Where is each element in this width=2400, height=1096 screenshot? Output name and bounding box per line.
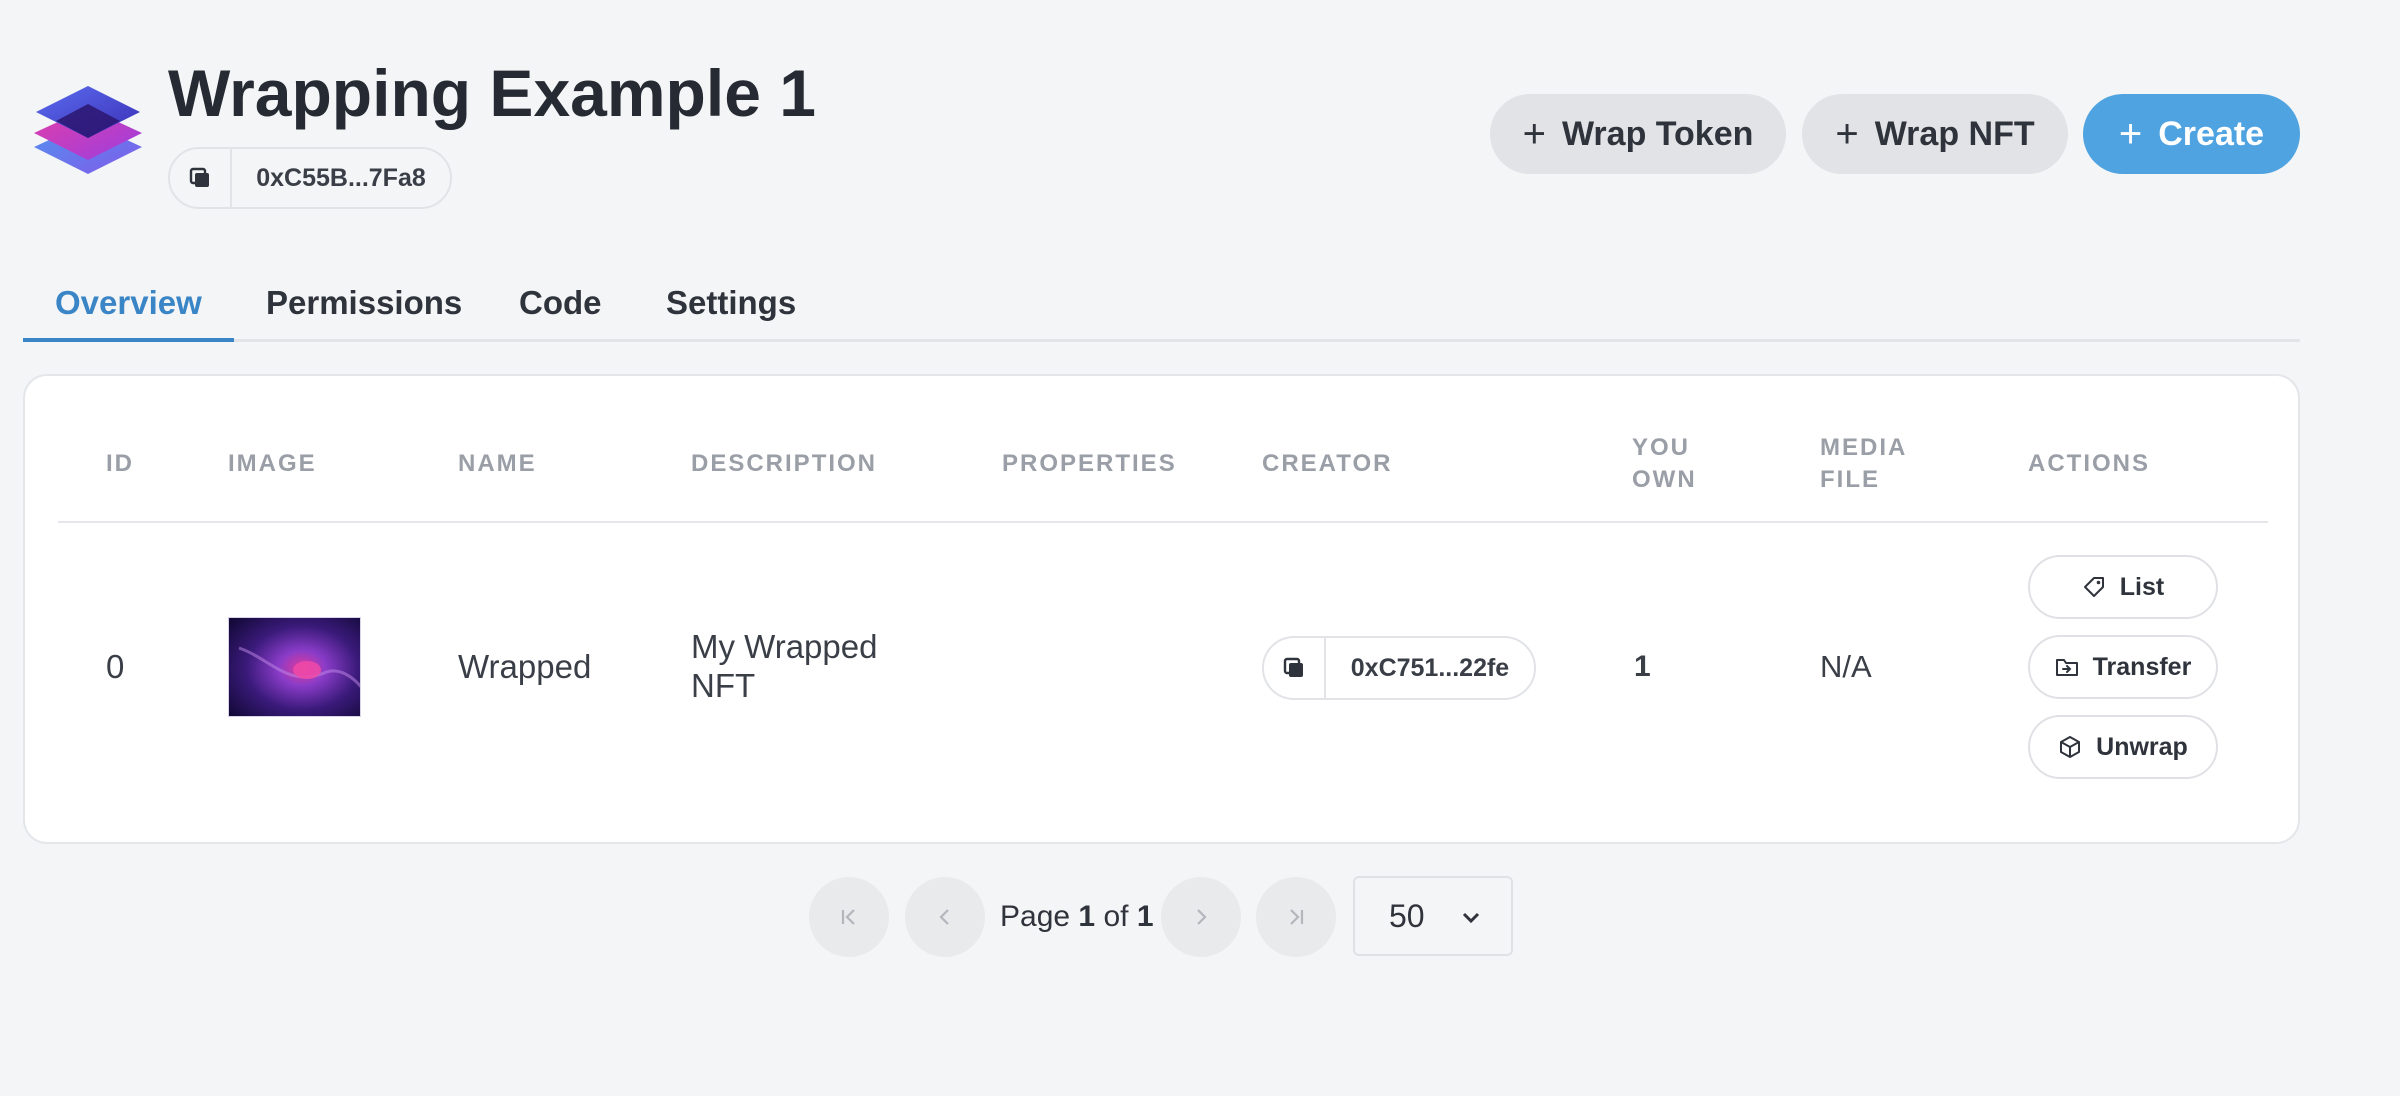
cell-name: Wrapped bbox=[458, 648, 592, 685]
list-button[interactable]: List bbox=[2028, 555, 2218, 619]
plus-icon: + bbox=[1835, 112, 1859, 156]
plus-icon: + bbox=[1522, 112, 1546, 156]
next-page-button[interactable] bbox=[1161, 877, 1241, 957]
copy-icon[interactable] bbox=[170, 149, 232, 207]
column-header-you-own: YOU OWN bbox=[1632, 434, 1697, 493]
cell-description: My Wrapped NFT bbox=[691, 628, 878, 704]
tab-code[interactable]: Code bbox=[519, 284, 602, 322]
page-indicator: Page 1 of 1 bbox=[1000, 900, 1154, 933]
column-header-image: IMAGE bbox=[228, 450, 317, 477]
create-label: Create bbox=[2158, 114, 2265, 153]
list-label: List bbox=[2119, 572, 2165, 601]
column-header-actions: ACTIONS bbox=[2028, 450, 2150, 477]
creator-address: 0xC751...22fe bbox=[1350, 653, 1510, 682]
chevron-down-icon bbox=[1462, 912, 1480, 924]
cell-media-file: N/A bbox=[1820, 649, 1872, 684]
plus-icon: + bbox=[2118, 112, 2143, 156]
layers-logo-icon bbox=[34, 86, 142, 174]
tab-permissions[interactable]: Permissions bbox=[266, 284, 462, 322]
column-header-media-file: MEDIA FILE bbox=[1820, 434, 1908, 493]
page-size-value: 50 bbox=[1389, 897, 1425, 934]
tag-icon bbox=[2083, 577, 2104, 597]
active-tab-indicator bbox=[23, 338, 234, 342]
chevron-right-icon bbox=[1197, 909, 1207, 925]
contract-address-pill[interactable]: 0xC55B...7Fa8 bbox=[168, 147, 452, 209]
previous-page-button[interactable] bbox=[905, 877, 985, 957]
wrap-nft-button[interactable]: + Wrap NFT bbox=[1802, 94, 2068, 174]
chevron-left-icon bbox=[939, 909, 949, 925]
tab-bar: Overview Permissions Code Settings bbox=[23, 270, 2300, 342]
page-title: Wrapping Example 1 bbox=[168, 56, 816, 130]
first-page-icon bbox=[841, 909, 855, 925]
contract-address: 0xC55B...7Fa8 bbox=[256, 163, 426, 192]
column-header-properties: PROPERTIES bbox=[1002, 450, 1177, 477]
header-divider bbox=[58, 521, 2268, 523]
wrap-token-label: Wrap Token bbox=[1561, 114, 1754, 153]
create-button[interactable]: + Create bbox=[2083, 94, 2300, 174]
column-header-creator: CREATOR bbox=[1262, 450, 1393, 477]
wrap-token-button[interactable]: + Wrap Token bbox=[1490, 94, 1786, 174]
cell-you-own: 1 bbox=[1634, 650, 1651, 683]
wrap-nft-label: Wrap NFT bbox=[1874, 114, 2035, 153]
column-header-description: DESCRIPTION bbox=[691, 450, 878, 477]
column-header-name: NAME bbox=[458, 450, 537, 477]
column-header-id: ID bbox=[106, 450, 134, 477]
transfer-button[interactable]: Transfer bbox=[2028, 635, 2218, 699]
token-image bbox=[228, 617, 361, 717]
box-icon bbox=[2060, 736, 2081, 758]
unwrap-label: Unwrap bbox=[2096, 732, 2188, 761]
page-size-select[interactable]: 50 bbox=[1353, 876, 1513, 956]
tokens-table: ID IMAGE NAME DESCRIPTION PROPERTIES CRE… bbox=[23, 374, 2300, 844]
last-page-icon bbox=[1290, 909, 1304, 925]
folder-transfer-icon bbox=[2055, 659, 2078, 676]
transfer-label: Transfer bbox=[2092, 652, 2192, 681]
creator-address-pill[interactable]: 0xC751...22fe bbox=[1262, 636, 1536, 700]
tab-settings[interactable]: Settings bbox=[666, 284, 796, 322]
unwrap-button[interactable]: Unwrap bbox=[2028, 715, 2218, 779]
last-page-button[interactable] bbox=[1256, 877, 1336, 957]
cell-id: 0 bbox=[106, 648, 125, 685]
first-page-button[interactable] bbox=[809, 877, 889, 957]
copy-icon[interactable] bbox=[1264, 638, 1326, 698]
tab-overview[interactable]: Overview bbox=[55, 284, 202, 322]
